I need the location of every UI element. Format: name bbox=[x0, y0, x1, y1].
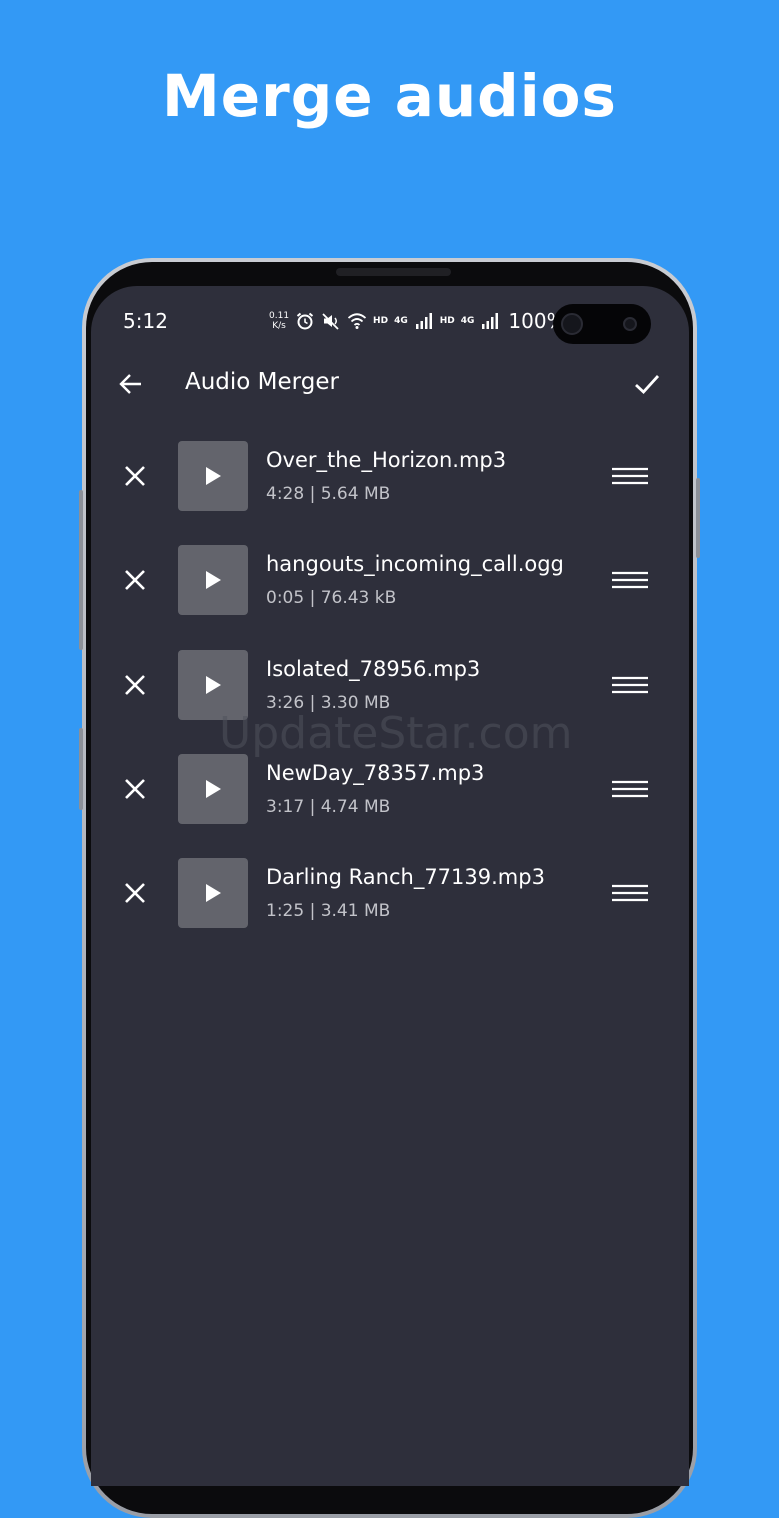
play-button[interactable] bbox=[178, 753, 248, 824]
play-button[interactable] bbox=[178, 545, 248, 616]
list-item: Over_the_Horizon.mp3 4:28 | 5.64 MB bbox=[91, 441, 689, 545]
front-camera bbox=[553, 304, 651, 344]
close-icon bbox=[125, 778, 145, 799]
mute-icon bbox=[322, 313, 339, 330]
close-icon bbox=[125, 466, 145, 486]
phone-side-button bbox=[696, 478, 700, 558]
track-name: Isolated_78956.mp3 bbox=[266, 656, 481, 681]
phone-speaker bbox=[336, 268, 451, 276]
remove-track-button[interactable] bbox=[120, 565, 150, 595]
close-icon bbox=[125, 883, 145, 904]
hd-label: HD bbox=[439, 316, 455, 326]
watermark: UpdateStar.com bbox=[219, 708, 573, 759]
arrow-left-icon bbox=[119, 374, 141, 394]
alarm-icon bbox=[296, 312, 314, 330]
status-icons: 0.11 K/s HD 4G HD 4G 100% bbox=[269, 308, 583, 334]
remove-track-button[interactable] bbox=[120, 670, 150, 700]
status-time: 5:12 bbox=[123, 309, 168, 333]
promo-title: Merge audios bbox=[162, 62, 617, 130]
list-item: Darling Ranch_77139.mp3 1:25 | 3.41 MB bbox=[91, 858, 689, 962]
camera-lens-icon bbox=[623, 317, 637, 331]
drag-handle-icon[interactable] bbox=[611, 570, 649, 590]
track-meta: 0:05 | 76.43 kB bbox=[266, 588, 397, 609]
track-name: Over_the_Horizon.mp3 bbox=[266, 448, 507, 472]
signal-icon bbox=[482, 313, 499, 329]
track-meta: 1:25 | 3.41 MB bbox=[266, 901, 391, 922]
network-type-label: 4G bbox=[460, 316, 475, 326]
remove-track-button[interactable] bbox=[120, 774, 150, 804]
back-button[interactable] bbox=[115, 368, 147, 400]
play-icon bbox=[206, 467, 221, 485]
network-speed: 0.11 K/s bbox=[269, 311, 289, 331]
network-speed-value: 0.11 bbox=[269, 311, 290, 321]
remove-track-button[interactable] bbox=[120, 461, 150, 491]
check-icon bbox=[635, 375, 660, 394]
play-icon bbox=[206, 675, 221, 694]
network-type-label: 4G bbox=[394, 316, 408, 326]
phone-screen: 5:12 0.11 K/s HD 4G HD 4G 100% Audio Mer… bbox=[91, 286, 689, 1486]
wifi-icon bbox=[347, 313, 367, 329]
track-name: NewDay_78357.mp3 bbox=[266, 760, 485, 785]
play-button[interactable] bbox=[178, 858, 248, 929]
play-icon bbox=[206, 779, 221, 798]
track-name: Darling Ranch_77139.mp3 bbox=[266, 865, 545, 890]
drag-handle-icon[interactable] bbox=[611, 883, 649, 903]
remove-track-button[interactable] bbox=[120, 878, 150, 908]
drag-handle-icon[interactable] bbox=[611, 779, 649, 799]
signal-icon bbox=[415, 313, 432, 329]
confirm-button[interactable] bbox=[629, 366, 665, 402]
play-button[interactable] bbox=[178, 441, 248, 511]
list-item: NewDay_78357.mp3 3:17 | 4.74 MB bbox=[91, 753, 689, 858]
track-list: Over_the_Horizon.mp3 4:28 | 5.64 MB hang… bbox=[91, 441, 689, 962]
list-item: hangouts_incoming_call.ogg 0:05 | 76.43 … bbox=[91, 545, 689, 649]
page-title: Audio Merger bbox=[185, 369, 339, 395]
camera-lens-icon bbox=[561, 313, 583, 335]
play-icon bbox=[206, 571, 221, 590]
track-name: hangouts_incoming_call.ogg bbox=[266, 552, 564, 577]
app-toolbar: Audio Merger bbox=[91, 356, 689, 412]
phone-side-button bbox=[79, 728, 83, 810]
track-meta: 4:28 | 5.64 MB bbox=[266, 484, 391, 504]
drag-handle-icon[interactable] bbox=[611, 466, 649, 486]
phone-side-button bbox=[79, 490, 83, 650]
close-icon bbox=[125, 570, 145, 591]
hd-label: HD bbox=[373, 316, 389, 326]
play-icon bbox=[206, 884, 221, 903]
drag-handle-icon[interactable] bbox=[611, 675, 649, 695]
network-speed-unit: K/s bbox=[272, 321, 286, 331]
track-meta: 3:17 | 4.74 MB bbox=[266, 796, 391, 817]
close-icon bbox=[125, 674, 145, 695]
